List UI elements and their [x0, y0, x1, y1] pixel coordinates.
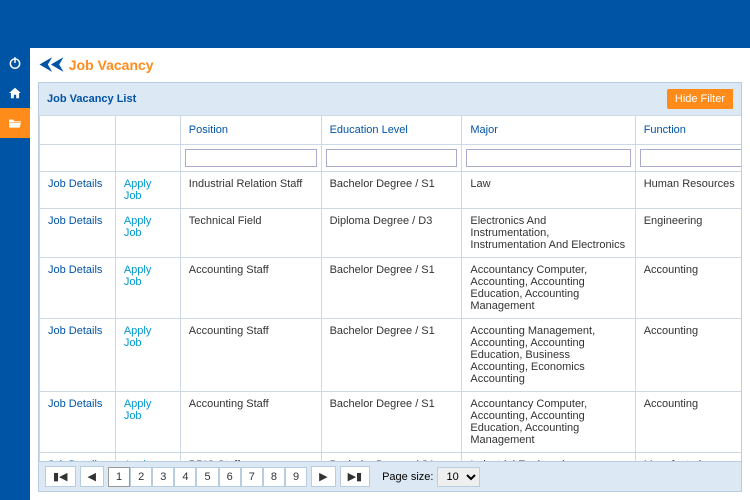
sidebar [0, 48, 30, 500]
pager-page-2[interactable]: 2 [130, 467, 152, 487]
filter-function[interactable] [640, 149, 741, 167]
cell-major: Accountancy Computer, Accounting, Accoun… [462, 258, 635, 319]
cell-education: Bachelor Degree / S1 [321, 319, 462, 392]
pager-last[interactable]: ▶▮ [340, 466, 371, 487]
cell-function: Human Resources [635, 172, 741, 209]
job-details-link[interactable]: Job Details [48, 398, 102, 410]
cell-position: PPIC Staff [180, 453, 321, 462]
page-title: Job Vacancy [69, 57, 154, 73]
apply-job-link[interactable]: Apply Job [124, 215, 152, 239]
col-header-position[interactable]: Position [180, 116, 321, 145]
col-header-education[interactable]: Education Level [321, 116, 462, 145]
back-icon[interactable]: ⮜⮜ [40, 56, 63, 74]
cell-position: Accounting Staff [180, 319, 321, 392]
pager-page-8[interactable]: 8 [263, 467, 285, 487]
cell-major: Accountancy Computer, Accounting, Accoun… [462, 392, 635, 453]
table-row: Job Details Apply Job Industrial Relation … [40, 172, 742, 209]
table-row: Job Details Apply Job Accounting StaffBach… [40, 258, 742, 319]
pager: ▮◀ ◀ 123456789 ▶ ▶▮ Page size: 10 [39, 461, 741, 491]
pager-page-9[interactable]: 9 [285, 467, 307, 487]
filter-major[interactable] [466, 149, 630, 167]
power-icon [8, 56, 22, 70]
cell-function: Manufacturing [635, 453, 741, 462]
home-icon [8, 86, 22, 100]
cell-position: Accounting Staff [180, 392, 321, 453]
page-size-select[interactable]: 10 [437, 467, 480, 487]
pager-page-6[interactable]: 6 [219, 467, 241, 487]
panel-title: Job Vacancy List [47, 93, 136, 105]
table-row: Job Details Apply Job Accounting StaffBach… [40, 392, 742, 453]
table-row: Job DetailsApply JobPPIC StaffBachelor D… [40, 453, 742, 462]
top-bar [0, 0, 750, 48]
vacancy-panel: Job Vacancy List Hide Filter Position Ed… [38, 82, 742, 492]
col-header-function[interactable]: Function [635, 116, 741, 145]
cell-major: Electronics And Instrumentation, Instrum… [462, 209, 635, 258]
cell-education: Diploma Degree / D3 [321, 209, 462, 258]
vacancy-table: Position Education Level Major Function … [39, 115, 741, 461]
col-header-blank2 [115, 116, 180, 145]
filter-position[interactable] [185, 149, 317, 167]
hide-filter-button[interactable]: Hide Filter [667, 89, 733, 109]
pager-page-5[interactable]: 5 [196, 467, 218, 487]
pager-first[interactable]: ▮◀ [45, 466, 76, 487]
sidebar-item-power[interactable] [0, 48, 30, 78]
cell-function: Accounting [635, 392, 741, 453]
sidebar-item-home[interactable] [0, 78, 30, 108]
cell-function: Accounting [635, 258, 741, 319]
cell-function: Accounting [635, 319, 741, 392]
cell-major: Accounting Management, Accounting, Accou… [462, 319, 635, 392]
col-header-major[interactable]: Major [462, 116, 635, 145]
cell-position: Industrial Relation Staff [180, 172, 321, 209]
pager-page-7[interactable]: 7 [241, 467, 263, 487]
cell-function: Engineering [635, 209, 741, 258]
cell-position: Accounting Staff [180, 258, 321, 319]
table-row: Job Details Apply Job Accounting StaffBach… [40, 319, 742, 392]
cell-major: Industrial Engineering [462, 453, 635, 462]
sidebar-item-folder[interactable] [0, 108, 30, 138]
cell-education: Bachelor Degree / S1 [321, 453, 462, 462]
job-details-link[interactable]: Job Details [48, 264, 102, 276]
cell-education: Bachelor Degree / S1 [321, 172, 462, 209]
cell-education: Bachelor Degree / S1 [321, 392, 462, 453]
pager-prev[interactable]: ◀ [80, 466, 104, 487]
filter-education[interactable] [326, 149, 458, 167]
pager-page-4[interactable]: 4 [174, 467, 196, 487]
apply-job-link[interactable]: Apply Job [124, 178, 152, 202]
pager-page-3[interactable]: 3 [152, 467, 174, 487]
job-details-link[interactable]: Job Details [48, 178, 102, 190]
col-header-blank1 [40, 116, 116, 145]
pager-page-1[interactable]: 1 [108, 467, 130, 487]
cell-major: Law [462, 172, 635, 209]
job-details-link[interactable]: Job Details [48, 325, 102, 337]
job-details-link[interactable]: Job Details [48, 215, 102, 227]
table-row: Job Details Apply Job Technical FieldDiplo… [40, 209, 742, 258]
page-size-label: Page size: [382, 471, 433, 483]
folder-open-icon [8, 116, 22, 130]
pager-next[interactable]: ▶ [311, 466, 335, 487]
page-header: ⮜⮜ Job Vacancy [30, 48, 750, 82]
apply-job-link[interactable]: Apply Job [124, 398, 152, 422]
apply-job-link[interactable]: Apply Job [124, 325, 152, 349]
apply-job-link[interactable]: Apply Job [124, 264, 152, 288]
cell-education: Bachelor Degree / S1 [321, 258, 462, 319]
cell-position: Technical Field [180, 209, 321, 258]
